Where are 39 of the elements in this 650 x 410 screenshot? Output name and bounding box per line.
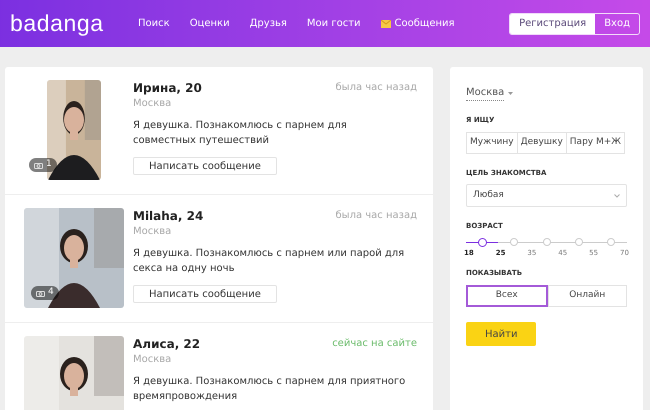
profile-city: Москва xyxy=(133,225,172,239)
profile-description: Я девушка. Познакомлюсь с парнем для приятного времяпровождения xyxy=(133,375,406,404)
show-option[interactable]: Всех xyxy=(466,284,548,306)
login-button[interactable]: Вход xyxy=(595,14,639,34)
logo[interactable]: badanga xyxy=(10,12,138,35)
photo-count: 1 xyxy=(46,158,52,172)
envelope-icon xyxy=(380,20,391,28)
nav-link[interactable]: Мои гости xyxy=(306,16,361,31)
nav-link[interactable]: Друзья xyxy=(250,16,287,31)
city-selector[interactable]: Москва xyxy=(466,85,504,101)
profile-description: Я девушка. Познакомлюсь с парнем для совместных путешествий xyxy=(133,119,348,148)
search-button[interactable]: Найти xyxy=(466,322,536,346)
online-status: была час назад xyxy=(336,209,417,223)
photo-count: 4 xyxy=(48,286,54,300)
profile-city: Москва xyxy=(133,353,172,367)
gender-option[interactable]: Девушку xyxy=(516,132,567,154)
slider-thumb[interactable] xyxy=(478,238,488,246)
gender-option[interactable]: Мужчину xyxy=(466,132,518,154)
show-option[interactable]: Онлайн xyxy=(548,284,627,306)
profile-name[interactable]: Алиса, 22 xyxy=(133,336,200,352)
profile-name[interactable]: Milaha, 24 xyxy=(133,208,204,224)
gender-option[interactable]: Пару М+Ж xyxy=(566,132,625,154)
camera-icon xyxy=(34,162,43,168)
profile-description: Я девушка. Познакомлюсь с парнем или парой для секса на одну ночь xyxy=(133,247,406,276)
nav-link[interactable]: Сообщения xyxy=(394,16,455,31)
profile-city: Москва xyxy=(133,97,172,111)
chevron-icon xyxy=(614,194,620,198)
caret-icon xyxy=(508,92,514,94)
camera-icon xyxy=(36,290,45,296)
age-slider[interactable] xyxy=(466,238,627,248)
online-status: сейчас на сайте xyxy=(332,337,417,351)
goal-select[interactable]: Любая xyxy=(466,184,627,207)
profile-name[interactable]: Ирина, 20 xyxy=(133,80,202,96)
message-button[interactable]: Написать сообщение xyxy=(133,157,277,175)
nav-link[interactable]: Оценки xyxy=(190,16,230,31)
nav-link[interactable]: Поиск xyxy=(138,16,170,31)
online-status: была час назад xyxy=(336,81,417,95)
message-button[interactable]: Написать сообщение xyxy=(133,285,277,303)
register-button[interactable]: Регистрация xyxy=(510,14,596,34)
